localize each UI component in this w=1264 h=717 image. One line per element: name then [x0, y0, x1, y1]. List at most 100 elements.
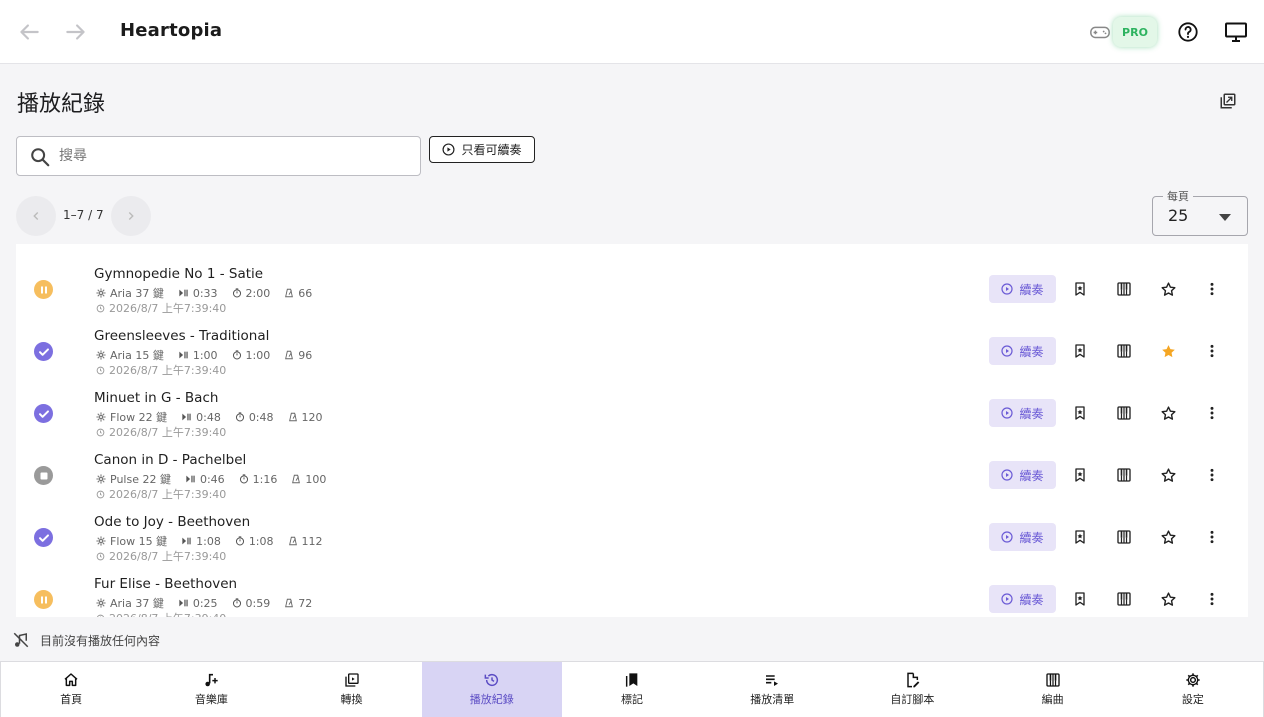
history-row[interactable]: Gymnopedie No 1 - Satie Aria 37 鍵 0:33 2… — [16, 252, 1248, 315]
instrument-icon — [96, 412, 106, 422]
history-icon — [484, 672, 500, 688]
duration: 0:48 — [248, 410, 274, 424]
resume-button[interactable]: 續奏 — [989, 461, 1056, 489]
bookmark-icon[interactable] — [1069, 402, 1091, 424]
nav-tab-script-edit[interactable]: 自訂腳本 — [842, 662, 982, 717]
metronome-icon — [284, 288, 294, 298]
nav-tab-bookmarks[interactable]: 標記 — [562, 662, 702, 717]
instrument-label: Flow 15 鍵 — [110, 535, 168, 548]
per-page-select[interactable]: 每頁 25 — [1152, 188, 1248, 236]
pro-badge[interactable]: PRO — [1113, 17, 1157, 47]
play-circle-icon — [1001, 593, 1014, 605]
resume-button[interactable]: 續奏 — [989, 523, 1056, 551]
bookmark-icon[interactable] — [1069, 588, 1091, 610]
status-completed-icon — [34, 404, 53, 423]
search-field[interactable] — [16, 136, 421, 176]
instrument-label: Flow 22 鍵 — [110, 411, 168, 424]
bookmark-icon[interactable] — [1069, 526, 1091, 548]
status-completed-icon — [34, 528, 53, 547]
play-pause-icon — [178, 598, 189, 608]
music-add-icon — [203, 672, 219, 688]
history-row[interactable]: Fur Elise - Beethoven Aria 37 鍵 0:25 0:5… — [16, 562, 1248, 617]
script-edit-icon — [904, 672, 920, 688]
piano-icon[interactable] — [1113, 402, 1135, 424]
resume-button[interactable]: 續奏 — [989, 399, 1056, 427]
gamepad-icon[interactable] — [1086, 18, 1114, 46]
song-title: Minuet in G - Bach — [94, 390, 219, 406]
more-vert-icon[interactable] — [1201, 340, 1223, 362]
play-circle-icon — [1001, 283, 1014, 295]
play-circle-icon — [1001, 345, 1014, 357]
more-vert-icon[interactable] — [1201, 588, 1223, 610]
resume-button[interactable]: 續奏 — [989, 337, 1056, 365]
star-outline-icon[interactable] — [1157, 464, 1179, 486]
monitor-icon[interactable] — [1222, 18, 1250, 46]
nav-tab-label: 播放清單 — [750, 693, 795, 706]
resume-button[interactable]: 續奏 — [989, 275, 1056, 303]
history-row[interactable]: Canon in D - Pachelbel Pulse 22 鍵 0:46 1… — [16, 438, 1248, 501]
nav-tab-music-add[interactable]: 音樂庫 — [141, 662, 281, 717]
star-outline-icon[interactable] — [1157, 526, 1179, 548]
bookmark-icon[interactable] — [1069, 278, 1091, 300]
nav-tab-history[interactable]: 播放紀錄 — [421, 662, 562, 717]
per-page-value: 25 — [1168, 206, 1189, 225]
help-icon[interactable] — [1174, 18, 1202, 46]
bookmark-icon[interactable] — [1069, 340, 1091, 362]
instrument-label: Aria 15 鍵 — [110, 349, 164, 362]
bpm: 112 — [301, 534, 323, 548]
bpm: 66 — [298, 286, 313, 300]
piano-icon[interactable] — [1113, 464, 1135, 486]
more-vert-icon[interactable] — [1201, 402, 1223, 424]
nav-tab-playlist[interactable]: 播放清單 — [702, 662, 842, 717]
nav-tab-piano[interactable]: 編曲 — [983, 662, 1123, 717]
resume-button[interactable]: 續奏 — [989, 585, 1056, 613]
nav-tab-convert[interactable]: 轉換 — [281, 662, 421, 717]
piano-icon[interactable] — [1113, 588, 1135, 610]
instrument-label: Aria 37 鍵 — [110, 597, 164, 610]
status-paused-icon — [34, 590, 53, 609]
played-time: 1:00 — [192, 348, 218, 362]
piano-icon[interactable] — [1113, 526, 1135, 548]
more-vert-icon[interactable] — [1201, 526, 1223, 548]
export-icon[interactable] — [1216, 89, 1240, 113]
prev-page-button[interactable] — [16, 196, 56, 236]
home-icon — [63, 672, 79, 688]
nav-tab-home[interactable]: 首頁 — [1, 662, 141, 717]
history-row[interactable]: Ode to Joy - Beethoven Flow 15 鍵 1:08 1:… — [16, 500, 1248, 563]
timer-icon — [235, 412, 245, 422]
nav-tab-label: 音樂庫 — [194, 693, 228, 706]
star-filled-icon[interactable] — [1157, 340, 1179, 362]
search-icon — [29, 146, 51, 168]
resume-label: 續奏 — [1019, 282, 1044, 297]
resume-label: 續奏 — [1019, 406, 1044, 421]
resume-label: 續奏 — [1019, 344, 1044, 359]
history-row[interactable]: Greensleeves - Traditional Aria 15 鍵 1:0… — [16, 314, 1248, 377]
metronome-icon — [288, 536, 298, 546]
song-meta: Aria 37 鍵 0:25 0:59 72 — [96, 595, 326, 611]
more-vert-icon[interactable] — [1201, 464, 1223, 486]
more-vert-icon[interactable] — [1201, 278, 1223, 300]
timer-icon — [232, 598, 242, 608]
instrument-label: Pulse 22 鍵 — [110, 473, 171, 486]
back-arrow-icon[interactable] — [16, 19, 42, 45]
search-input[interactable] — [59, 145, 409, 167]
bookmark-icon[interactable] — [1069, 464, 1091, 486]
resume-label: 續奏 — [1019, 530, 1044, 545]
clock-icon — [96, 490, 105, 499]
piano-icon[interactable] — [1113, 340, 1135, 362]
music-off-icon — [12, 631, 30, 649]
resumable-filter-button[interactable]: 只看可續奏 — [429, 136, 535, 163]
next-page-button[interactable] — [111, 196, 151, 236]
star-outline-icon[interactable] — [1157, 278, 1179, 300]
nav-tab-settings[interactable]: 設定 — [1123, 662, 1263, 717]
play-pause-icon — [178, 288, 189, 298]
history-row[interactable]: Minuet in G - Bach Flow 22 鍵 0:48 0:48 1… — [16, 376, 1248, 439]
clock-icon — [96, 366, 105, 375]
star-outline-icon[interactable] — [1157, 588, 1179, 610]
now-playing-bar: 目前沒有播放任何內容 — [0, 617, 1264, 661]
piano-icon[interactable] — [1113, 278, 1135, 300]
star-outline-icon[interactable] — [1157, 402, 1179, 424]
forward-arrow-icon[interactable] — [63, 19, 89, 45]
play-circle-icon — [1001, 469, 1014, 481]
now-playing-text: 目前沒有播放任何內容 — [40, 634, 161, 648]
